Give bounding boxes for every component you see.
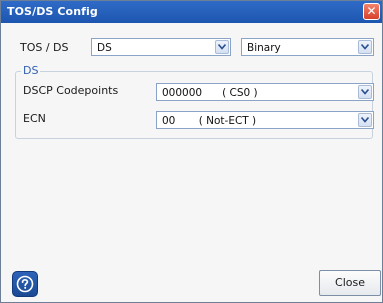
chevron-down-icon[interactable] [358,85,372,99]
dialog-window: TOS/DS Config ✕ TOS / DS DS Binary DS DS… [0,0,383,303]
chevron-down-icon[interactable] [358,40,372,54]
tos-ds-label: TOS / DS [20,41,69,54]
tos-ds-mode-select[interactable]: DS [91,38,231,56]
ecn-label: ECN [23,112,46,125]
window-title: TOS/DS Config [7,5,98,18]
chevron-down-icon[interactable] [358,113,372,127]
window-close-button[interactable]: ✕ [363,3,380,20]
ds-group-legend: DS [21,64,41,77]
ecn-value: 00 ( Not-ECT ) [162,115,257,127]
title-bar[interactable]: TOS/DS Config ✕ [1,1,382,23]
close-button[interactable]: Close [319,270,381,296]
ecn-select[interactable]: 00 ( Not-ECT ) [156,111,374,129]
dscp-codepoints-select[interactable]: 000000 ( CS0 ) [156,83,374,101]
format-select[interactable]: Binary [241,38,374,56]
close-icon: ✕ [366,4,377,18]
help-button[interactable] [12,271,38,297]
help-icon [16,275,34,293]
tos-ds-mode-value: DS [97,42,112,54]
format-value: Binary [247,42,281,54]
dscp-codepoints-label: DSCP Codepoints [23,84,119,97]
chevron-down-icon[interactable] [215,40,229,54]
dscp-codepoints-value: 000000 ( CS0 ) [162,87,258,99]
